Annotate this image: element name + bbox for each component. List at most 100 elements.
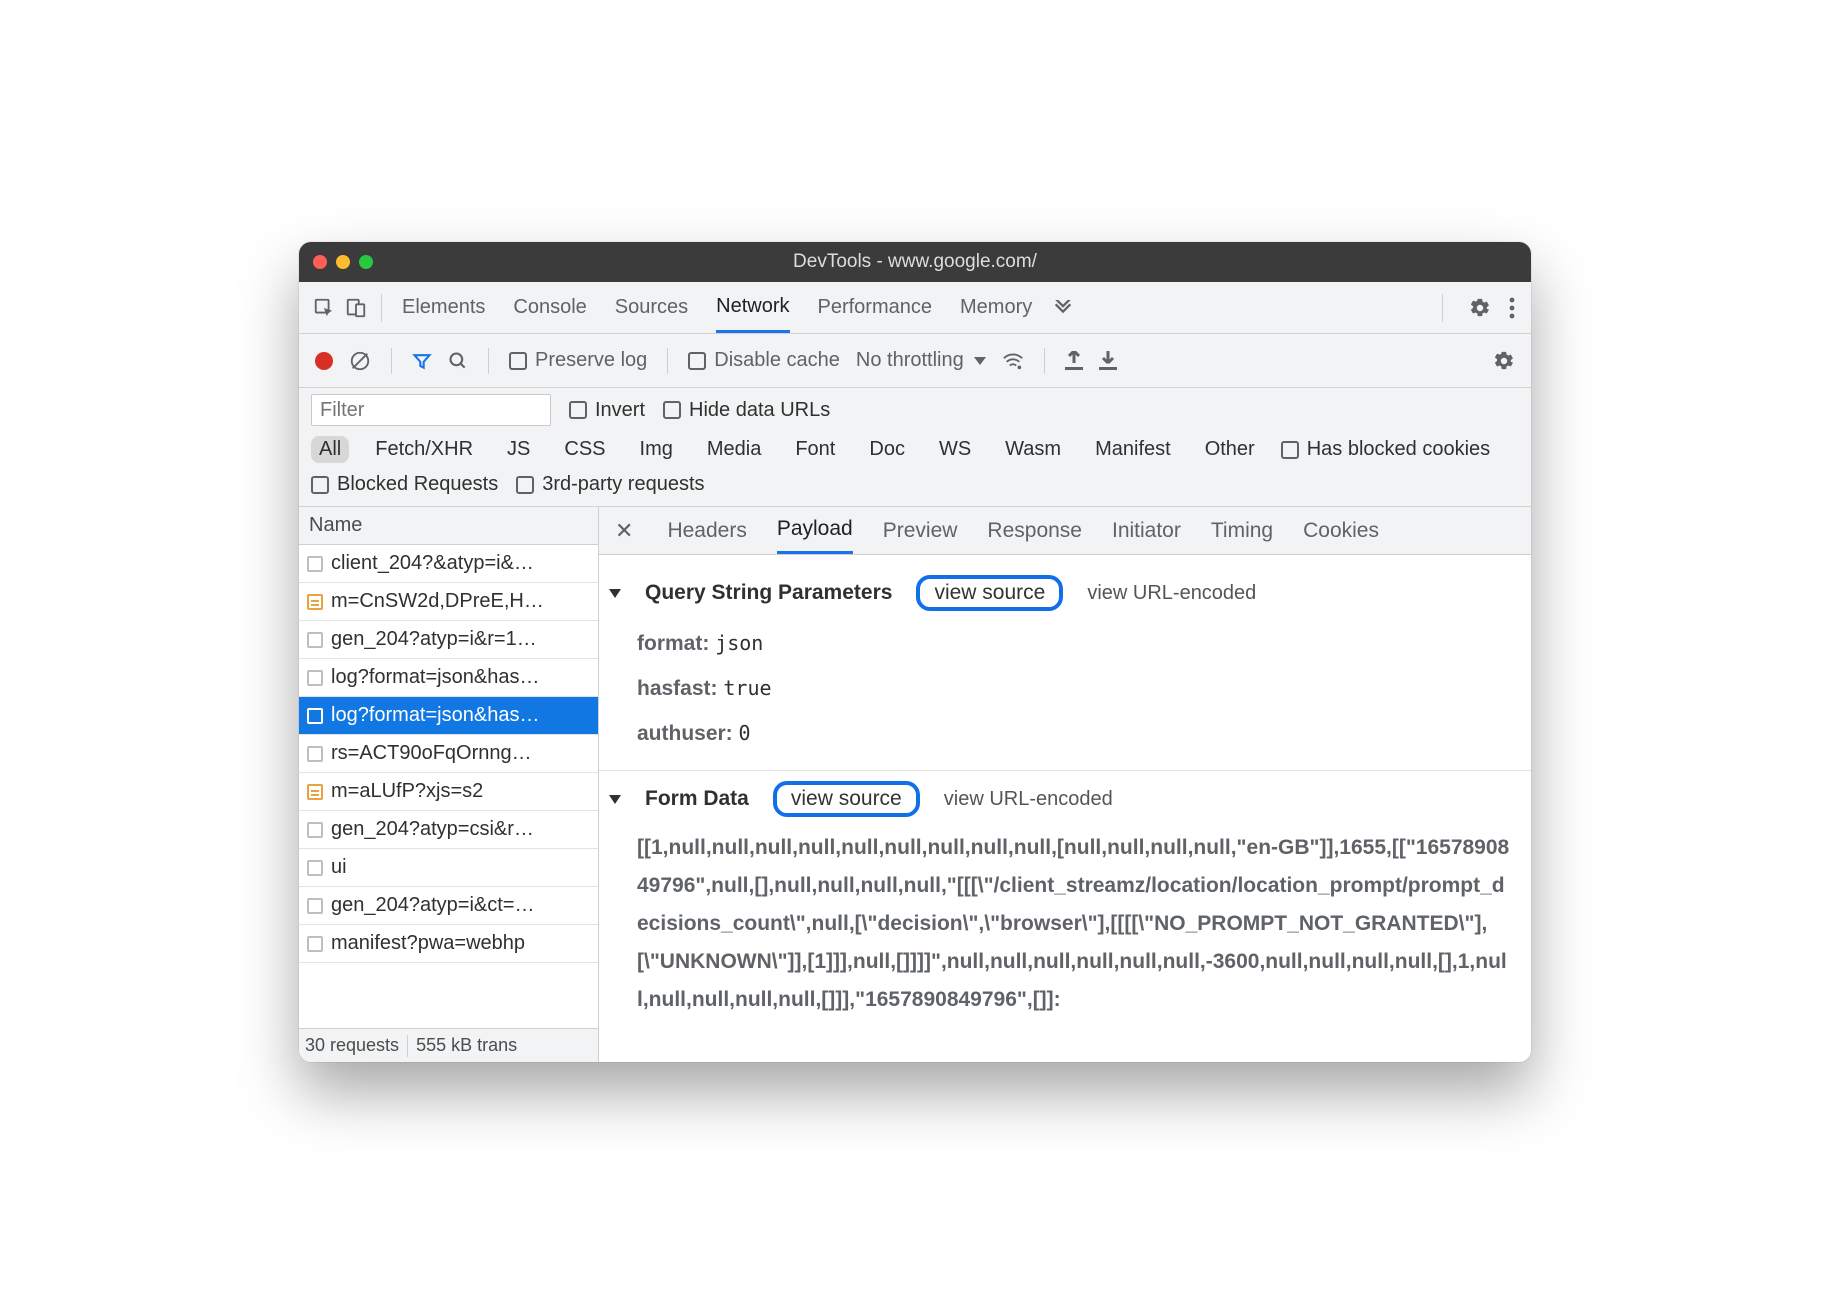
inspect-element-icon[interactable] — [313, 297, 335, 319]
request-name: log?format=json&has… — [331, 666, 539, 689]
request-name: gen_204?atyp=csi&r… — [331, 818, 534, 841]
type-filter-fetchxhr[interactable]: Fetch/XHR — [367, 436, 481, 463]
request-row[interactable]: client_204?&atyp=i&… — [299, 545, 598, 583]
kebab-menu-icon[interactable] — [1509, 297, 1515, 319]
detail-tab-payload[interactable]: Payload — [777, 507, 853, 554]
detail-tab-headers[interactable]: Headers — [667, 507, 746, 554]
request-name: gen_204?atyp=i&r=1… — [331, 628, 537, 651]
has-blocked-cookies-checkbox[interactable]: Has blocked cookies — [1281, 438, 1490, 461]
request-name: ui — [331, 856, 347, 879]
file-icon — [307, 936, 323, 952]
hide-data-urls-label: Hide data URLs — [689, 399, 830, 422]
invert-checkbox[interactable]: Invert — [569, 399, 645, 422]
detail-tab-response[interactable]: Response — [987, 507, 1082, 554]
network-settings-icon[interactable] — [1493, 350, 1515, 372]
request-row[interactable]: ui — [299, 849, 598, 887]
import-har-icon[interactable] — [1065, 351, 1083, 371]
settings-icon[interactable] — [1469, 297, 1491, 319]
search-icon[interactable] — [448, 351, 468, 371]
type-filter-doc[interactable]: Doc — [861, 436, 913, 463]
request-row[interactable]: rs=ACT90oFqOrnng… — [299, 735, 598, 773]
request-row[interactable]: gen_204?atyp=i&r=1… — [299, 621, 598, 659]
request-name: m=CnSW2d,DPreE,H… — [331, 590, 544, 613]
request-list-header[interactable]: Name — [299, 507, 598, 545]
device-toolbar-icon[interactable] — [345, 297, 367, 319]
preserve-log-checkbox[interactable]: Preserve log — [509, 349, 647, 372]
devtools-window: DevTools - www.google.com/ Elements Conso… — [299, 242, 1531, 1062]
third-party-checkbox[interactable]: 3rd-party requests — [516, 473, 704, 496]
file-icon — [307, 898, 323, 914]
filter-icon[interactable] — [412, 351, 432, 371]
panel-tab-network[interactable]: Network — [716, 282, 789, 333]
network-split: Name client_204?&atyp=i&… m=CnSW2d,DPreE,… — [299, 507, 1531, 1062]
request-name: rs=ACT90oFqOrnng… — [331, 742, 532, 765]
disable-cache-checkbox[interactable]: Disable cache — [688, 349, 840, 372]
panel-tab-elements[interactable]: Elements — [402, 282, 485, 333]
window-title: DevTools - www.google.com/ — [299, 251, 1531, 273]
type-filter-all[interactable]: All — [311, 436, 349, 463]
type-filter-js[interactable]: JS — [499, 436, 538, 463]
request-row[interactable]: m=CnSW2d,DPreE,H… — [299, 583, 598, 621]
titlebar: DevTools - www.google.com/ — [299, 242, 1531, 282]
type-filter-font[interactable]: Font — [787, 436, 843, 463]
request-name: gen_204?atyp=i&ct=… — [331, 894, 535, 917]
qsp-view-source-link[interactable]: view source — [916, 575, 1063, 611]
detail-tab-timing[interactable]: Timing — [1211, 507, 1273, 554]
formdata-view-source-link[interactable]: view source — [773, 781, 920, 817]
detail-tab-initiator[interactable]: Initiator — [1112, 507, 1181, 554]
panel-tab-console[interactable]: Console — [513, 282, 586, 333]
network-filters: Invert Hide data URLs All Fetch/XHR JS CSS I… — [299, 388, 1531, 507]
hide-data-urls-checkbox[interactable]: Hide data URLs — [663, 399, 830, 422]
filter-input[interactable] — [311, 394, 551, 426]
qsp-row: authuser: 0 — [599, 711, 1531, 756]
blocked-requests-checkbox[interactable]: Blocked Requests — [311, 473, 498, 496]
throttling-select[interactable]: No throttling — [856, 349, 986, 372]
request-name: client_204?&atyp=i&… — [331, 552, 534, 575]
panel-tab-memory[interactable]: Memory — [960, 282, 1032, 333]
request-row[interactable]: m=aLUfP?xjs=s2 — [299, 773, 598, 811]
type-filter-wasm[interactable]: Wasm — [997, 436, 1069, 463]
detail-tab-cookies[interactable]: Cookies — [1303, 507, 1379, 554]
network-toolbar: Preserve log Disable cache No throttling — [299, 334, 1531, 388]
file-icon — [307, 822, 323, 838]
record-button[interactable] — [315, 352, 333, 370]
file-icon — [307, 632, 323, 648]
throttling-value: No throttling — [856, 349, 964, 372]
qsp-row: hasfast: true — [599, 666, 1531, 711]
qsp-title: Query String Parameters — [645, 581, 892, 605]
more-tabs-icon[interactable] — [1044, 300, 1082, 316]
network-conditions-icon[interactable] — [1002, 351, 1024, 371]
type-filter-manifest[interactable]: Manifest — [1087, 436, 1179, 463]
detail-tab-preview[interactable]: Preview — [883, 507, 958, 554]
chevron-down-icon — [974, 357, 986, 365]
qsp-row: format: json — [599, 621, 1531, 666]
third-party-label: 3rd-party requests — [542, 473, 704, 496]
request-row[interactable]: log?format=json&has… — [299, 697, 598, 735]
type-filter-css[interactable]: CSS — [556, 436, 613, 463]
status-transfer: 555 kB trans — [416, 1035, 517, 1056]
panel-tab-sources[interactable]: Sources — [615, 282, 688, 333]
caret-down-icon[interactable] — [609, 589, 621, 598]
export-har-icon[interactable] — [1099, 351, 1117, 371]
file-icon — [307, 746, 323, 762]
caret-down-icon[interactable] — [609, 795, 621, 804]
formdata-title: Form Data — [645, 787, 749, 811]
formdata-view-encoded-link[interactable]: view URL-encoded — [944, 788, 1113, 811]
qsp-view-encoded-link[interactable]: view URL-encoded — [1087, 582, 1256, 605]
formdata-body: [[1,null,null,null,null,null,null,null,n… — [599, 827, 1531, 1021]
type-filter-other[interactable]: Other — [1197, 436, 1263, 463]
panel-tab-performance[interactable]: Performance — [818, 282, 933, 333]
request-row[interactable]: manifest?pwa=webhp — [299, 925, 598, 963]
close-detail-icon[interactable]: ✕ — [615, 518, 637, 544]
request-row[interactable]: log?format=json&has… — [299, 659, 598, 697]
request-row[interactable]: gen_204?atyp=csi&r… — [299, 811, 598, 849]
request-name: manifest?pwa=webhp — [331, 932, 525, 955]
disable-cache-label: Disable cache — [714, 349, 840, 372]
file-icon — [307, 708, 323, 724]
clear-icon[interactable] — [349, 350, 371, 372]
request-row[interactable]: gen_204?atyp=i&ct=… — [299, 887, 598, 925]
type-filter-media[interactable]: Media — [699, 436, 769, 463]
file-icon — [307, 860, 323, 876]
type-filter-img[interactable]: Img — [632, 436, 681, 463]
type-filter-ws[interactable]: WS — [931, 436, 979, 463]
